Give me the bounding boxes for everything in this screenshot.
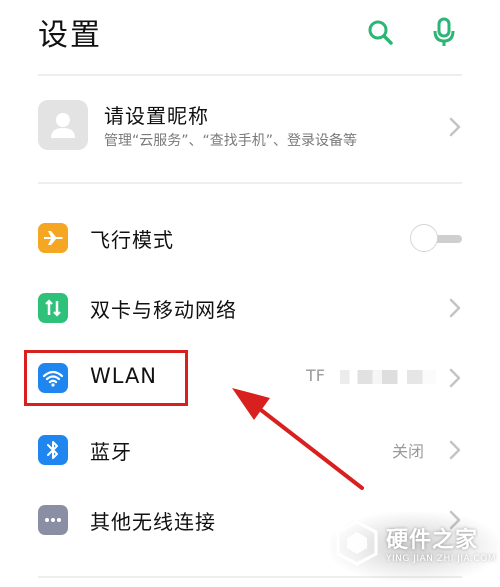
watermark-title: 硬件之家 <box>386 528 479 553</box>
divider <box>38 182 462 184</box>
setting-dual-sim[interactable]: 双卡与移动网络 <box>0 278 500 338</box>
chevron-right-icon <box>448 439 462 461</box>
airplane-mode-toggle[interactable] <box>410 224 462 254</box>
bluetooth-status: 关闭 <box>392 442 425 461</box>
chevron-right-icon <box>448 367 462 389</box>
more-icon <box>38 505 68 535</box>
divider <box>38 74 462 76</box>
watermark-subtitle: YING JIAN ZHI JIA.COM <box>386 554 497 564</box>
highlight-box <box>24 350 188 406</box>
setting-airplane-mode[interactable]: 飞行模式 <box>0 208 500 268</box>
avatar <box>38 100 88 150</box>
header: 设置 <box>0 0 500 70</box>
chevron-right-icon <box>448 116 462 138</box>
bluetooth-icon <box>38 435 68 465</box>
toggle-knob <box>410 224 438 252</box>
profile-subtitle: 管理“云服务”、“查找手机”、登录设备等 <box>104 133 358 149</box>
profile-row[interactable]: 请设置昵称 管理“云服务”、“查找手机”、登录设备等 <box>0 92 500 166</box>
setting-bluetooth[interactable]: 蓝牙 关闭 <box>0 420 500 480</box>
mic-icon[interactable] <box>428 16 460 48</box>
profile-name: 请设置昵称 <box>104 104 209 128</box>
dual-sim-icon <box>38 293 68 323</box>
chevron-right-icon <box>448 297 462 319</box>
setting-label: 其他无线连接 <box>90 510 216 534</box>
airplane-icon <box>38 223 68 253</box>
setting-label: 飞行模式 <box>90 228 174 252</box>
page-title: 设置 <box>38 18 102 53</box>
blurred-network-name <box>340 370 436 384</box>
search-icon[interactable] <box>364 16 396 48</box>
setting-label: 蓝牙 <box>90 440 132 464</box>
watermark: 硬件之家 YING JIAN ZHI JIA.COM <box>330 512 500 582</box>
setting-label: 双卡与移动网络 <box>90 298 237 322</box>
watermark-logo-icon <box>336 520 378 566</box>
wlan-network-name: TF <box>306 366 325 385</box>
